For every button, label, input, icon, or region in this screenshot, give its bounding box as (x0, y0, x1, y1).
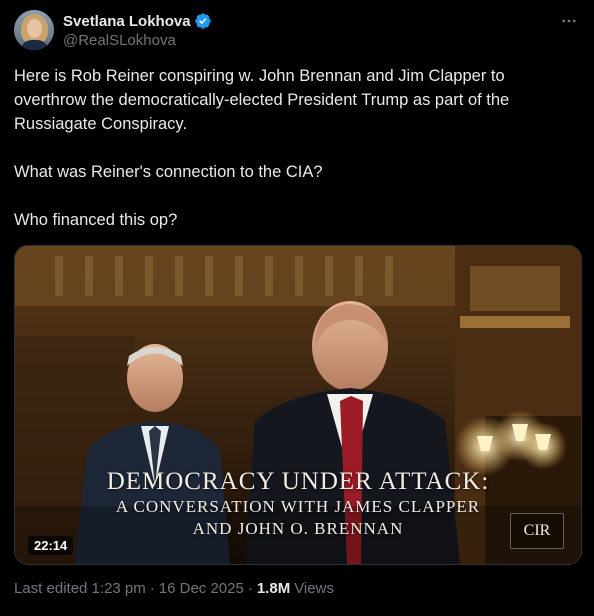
verified-badge-icon (194, 13, 211, 29)
views-count[interactable]: 1.8M (257, 580, 290, 597)
author-name[interactable]: Svetlana Lokhova (63, 13, 191, 30)
tweet-text: Here is Rob Reiner conspiring w. John Br… (14, 64, 574, 232)
tweet-date[interactable]: 16 Dec 2025 (159, 580, 244, 597)
video-title-line: A CONVERSATION WITH JAMES CLAPPER (115, 497, 481, 516)
video-title-line: DEMOCRACY UNDER ATTACK: (106, 468, 490, 495)
tweet-paragraph: Here is Rob Reiner conspiring w. John Br… (14, 67, 510, 133)
author-name-row[interactable]: Svetlana Lokhova (63, 12, 212, 30)
views-label: Views (294, 580, 334, 597)
tweet-paragraph: What was Reiner's connection to the CIA? (14, 163, 323, 181)
author-handle[interactable]: @RealSLokhova (63, 32, 176, 49)
video-player[interactable]: DEMOCRACY UNDER ATTACK: A CONVERSATION W… (14, 245, 582, 565)
cir-logo: CIR (510, 513, 564, 549)
tweet-header: Svetlana Lokhova @RealSLokhova (14, 10, 580, 54)
video-title-overlay: DEMOCRACY UNDER ATTACK: A CONVERSATION W… (15, 468, 581, 540)
meta-separator: · (149, 580, 155, 597)
tweet-meta: Last edited 1:23 pm · 16 Dec 2025 · 1.8M… (14, 580, 334, 597)
tweet-paragraph: Who financed this op? (14, 211, 178, 229)
meta-separator: · (247, 580, 253, 597)
more-horizontal-icon (562, 19, 576, 23)
video-duration-badge: 22:14 (28, 536, 74, 555)
more-options-button[interactable] (558, 10, 580, 32)
avatar[interactable] (14, 10, 54, 50)
video-title-line: AND JOHN O. BRENNAN (192, 519, 404, 538)
edited-timestamp[interactable]: Last edited 1:23 pm (14, 580, 146, 597)
